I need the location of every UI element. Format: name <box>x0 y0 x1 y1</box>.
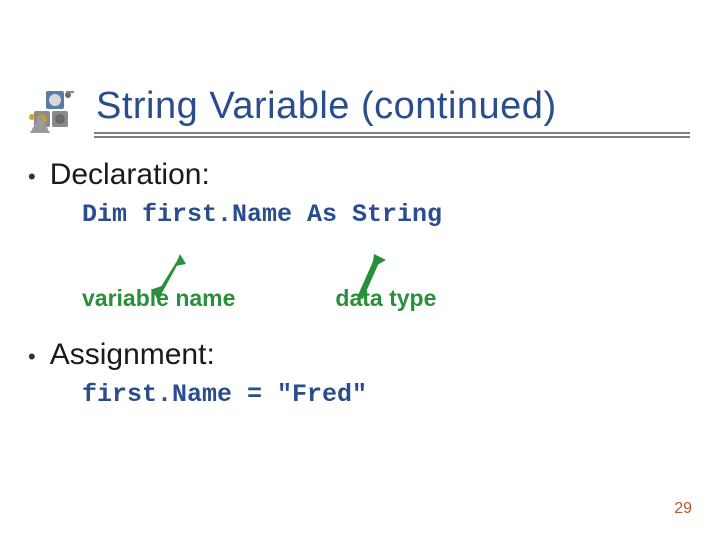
bullet-heading: Declaration: <box>50 158 210 192</box>
bullet-dot-icon: • <box>28 165 36 189</box>
arrow-variable-name-icon <box>152 254 188 304</box>
bullet-declaration: • Declaration: <box>28 158 690 192</box>
slide-title: String Variable (continued) <box>0 85 720 128</box>
page-number: 29 <box>674 500 692 518</box>
title-underline <box>94 132 690 138</box>
bullet-assignment: • Assignment: <box>28 338 690 372</box>
bullet-heading: Assignment: <box>50 338 215 372</box>
logo-icon <box>28 85 86 143</box>
slide-content: • Declaration: Dim first.Name As String … <box>0 158 720 409</box>
bullet-dot-icon: • <box>28 345 36 369</box>
slide-header: String Variable (continued) <box>0 0 720 134</box>
code-assignment: first.Name = "Fred" <box>28 380 690 409</box>
slide: String Variable (continued) • Declaratio… <box>0 0 720 540</box>
code-declaration: Dim first.Name As String <box>28 200 690 229</box>
arrow-data-type-icon <box>358 254 388 304</box>
